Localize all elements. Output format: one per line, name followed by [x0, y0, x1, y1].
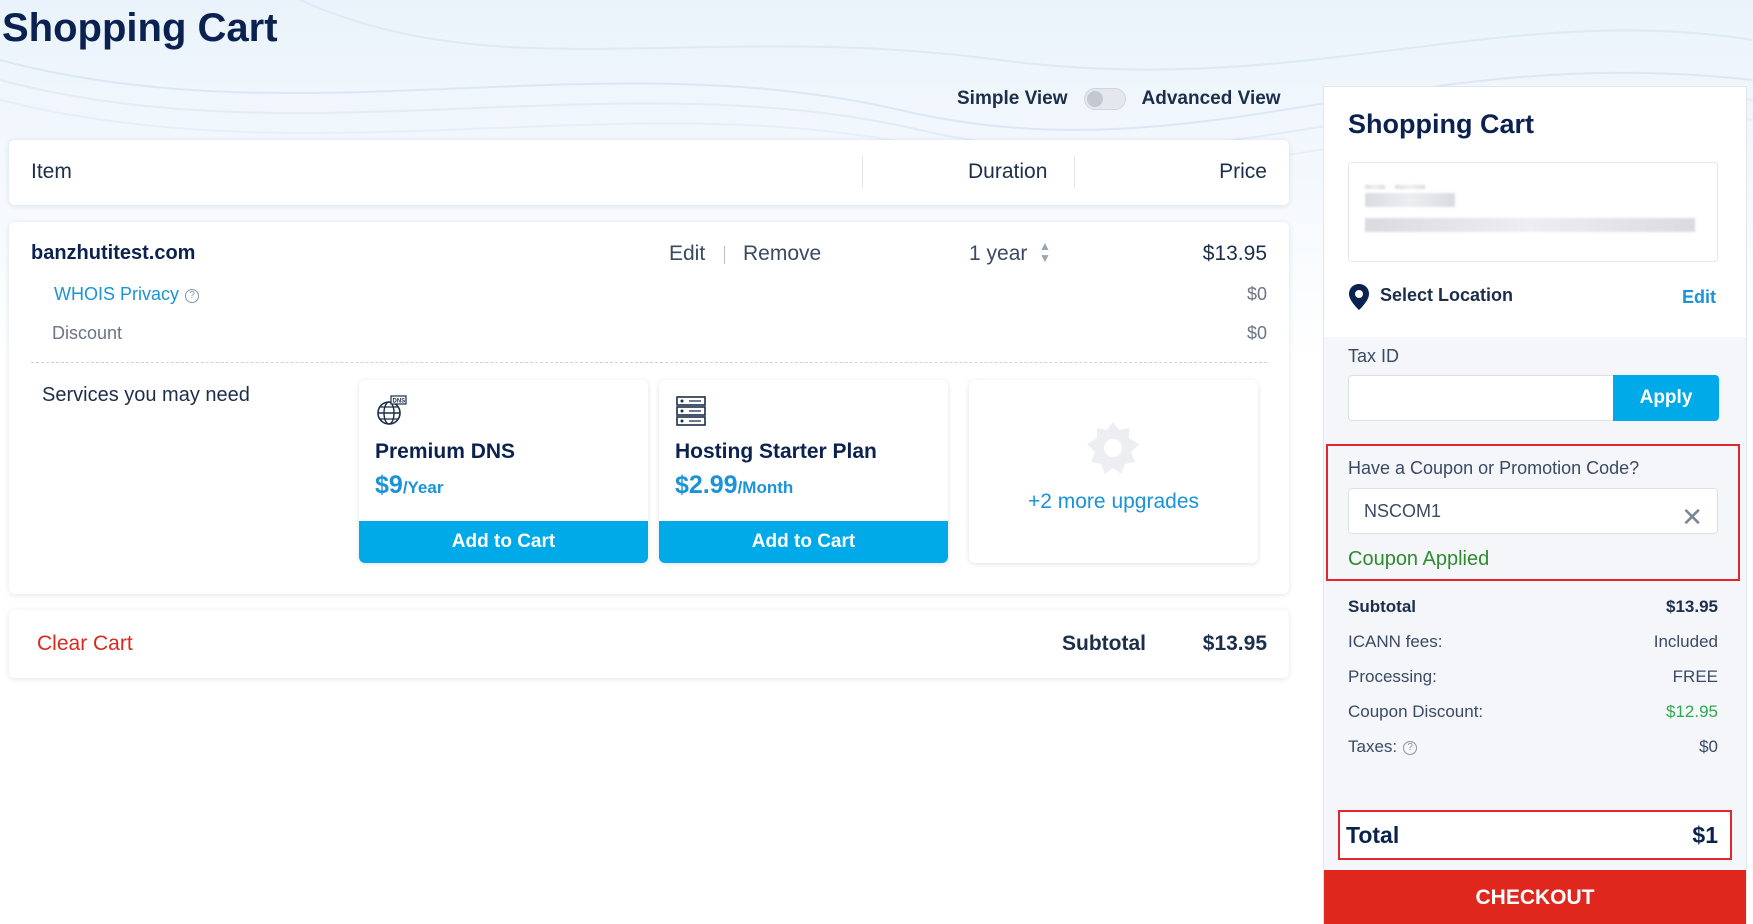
whois-privacy-link[interactable]: WHOIS Privacy? [54, 284, 200, 305]
total-row: Total $1 [1338, 810, 1732, 860]
summary-subtotal-value: $13.95 [1666, 597, 1718, 616]
summary-coupon-label: Coupon Discount: [1348, 702, 1484, 721]
service-name: Premium DNS [375, 440, 516, 463]
gear-icon [1083, 418, 1143, 483]
item-price: $13.95 [1202, 242, 1267, 265]
discount-price: $0 [1246, 323, 1267, 343]
more-upgrades-link[interactable]: +2 more upgrades [969, 490, 1258, 514]
help-icon[interactable]: ? [185, 289, 200, 303]
redacted-text [1395, 185, 1425, 189]
add-to-cart-button[interactable]: Add to Cart [359, 521, 648, 563]
tax-id-label: Tax ID [1348, 346, 1400, 366]
summary-icann-value: Included [1653, 632, 1718, 651]
dashed-divider [31, 362, 1267, 363]
summary-taxes-value: $0 [1699, 737, 1718, 756]
subtotal-value: $13.95 [1202, 632, 1267, 655]
service-price: $2.99/Month [675, 471, 793, 500]
billing-address-box [1348, 162, 1718, 262]
redacted-text [1365, 193, 1455, 207]
dns-globe-icon: DNS [375, 395, 407, 432]
service-price-period: /Year [402, 478, 444, 497]
cart-footer: Clear Cart Subtotal $13.95 [9, 610, 1289, 678]
page-title: Shopping Cart [2, 6, 278, 50]
help-icon[interactable]: ? [1403, 741, 1418, 755]
header-divider [862, 156, 863, 188]
summary-row-coupon: Coupon Discount: $12.95 [1348, 702, 1718, 722]
summary-row-processing: Processing: FREE [1348, 667, 1718, 687]
select-location-label: Select Location [1380, 285, 1514, 305]
whois-price: $0 [1246, 284, 1267, 304]
subtotal-label: Subtotal [1062, 632, 1146, 655]
server-icon [675, 395, 707, 432]
domain-name: banzhutitest.com [31, 242, 196, 264]
simple-view-label[interactable]: Simple View [957, 88, 1068, 110]
cart-table-header: Item Duration Price [9, 140, 1289, 205]
duration-stepper-icon[interactable]: ▲ ▼ [1039, 240, 1051, 264]
summary-subtotal-label: Subtotal [1348, 597, 1416, 616]
redacted-text [1365, 218, 1695, 232]
close-icon[interactable]: ✕ [1681, 495, 1703, 539]
coupon-section: Have a Coupon or Promotion Code? NSCOM1 … [1326, 444, 1740, 581]
header-duration: Duration [968, 160, 1048, 183]
service-price: $9/Year [375, 471, 443, 500]
view-toggle-switch[interactable] [1083, 88, 1126, 110]
link-divider [724, 246, 725, 264]
discount-label: Discount [52, 323, 123, 343]
tax-id-input[interactable] [1348, 375, 1613, 421]
summary-taxes-label: Taxes: [1348, 737, 1398, 756]
advanced-view-label[interactable]: Advanced View [1142, 88, 1281, 110]
coupon-code-value[interactable]: NSCOM1 [1364, 501, 1441, 521]
total-value: $1 [1692, 822, 1718, 848]
coupon-input[interactable]: NSCOM1 ✕ [1348, 488, 1718, 534]
sidebar-title: Shopping Cart [1348, 109, 1534, 139]
edit-link[interactable]: Edit [669, 242, 705, 266]
duration-select[interactable]: 1 year [969, 242, 1027, 266]
coupon-status: Coupon Applied [1348, 548, 1490, 570]
service-price-period: /Month [737, 478, 794, 497]
summary-icann-label: ICANN fees: [1348, 632, 1443, 651]
summary-row-taxes: Taxes:? $0 [1348, 737, 1718, 757]
toggle-knob [1086, 91, 1103, 107]
service-name: Hosting Starter Plan [675, 440, 877, 463]
whois-label[interactable]: WHOIS Privacy [54, 284, 179, 304]
clear-cart-link[interactable]: Clear Cart [37, 632, 133, 656]
view-toggle: Simple View Advanced View [957, 88, 1281, 110]
redacted-text [1365, 185, 1385, 189]
summary-processing-value: FREE [1672, 667, 1718, 686]
apply-button[interactable]: Apply [1613, 375, 1719, 421]
services-label: Services you may need [42, 384, 250, 406]
summary-processing-label: Processing: [1348, 667, 1437, 686]
add-to-cart-button[interactable]: Add to Cart [659, 521, 948, 563]
location-edit-link[interactable]: Edit [1682, 287, 1716, 308]
total-label: Total [1346, 822, 1400, 848]
checkout-button[interactable]: CHECKOUT [1324, 870, 1746, 924]
summary-coupon-value: $12.95 [1666, 702, 1718, 721]
remove-link[interactable]: Remove [743, 242, 821, 266]
coupon-label: Have a Coupon or Promotion Code? [1348, 458, 1640, 478]
header-price: Price [1219, 160, 1267, 183]
summary-row-subtotal: Subtotal $13.95 [1348, 597, 1718, 617]
header-item: Item [31, 160, 72, 183]
location-pin-icon [1348, 283, 1370, 316]
more-upgrades-card[interactable]: +2 more upgrades [969, 380, 1258, 563]
service-price-amount: $9 [375, 471, 403, 499]
header-divider [1074, 156, 1075, 188]
order-summary-sidebar: Shopping Cart Select Location Edit Tax I… [1323, 86, 1747, 924]
cart-item-card: banzhutitest.com Edit Remove 1 year ▲ ▼ $… [9, 222, 1289, 594]
service-card-hosting: Hosting Starter Plan $2.99/Month Add to … [659, 380, 948, 563]
summary-row-icann: ICANN fees: Included [1348, 632, 1718, 652]
svg-text:DNS: DNS [393, 399, 406, 405]
service-price-amount: $2.99 [675, 471, 738, 499]
service-card-premium-dns: DNS Premium DNS $9/Year Add to Cart [359, 380, 648, 563]
